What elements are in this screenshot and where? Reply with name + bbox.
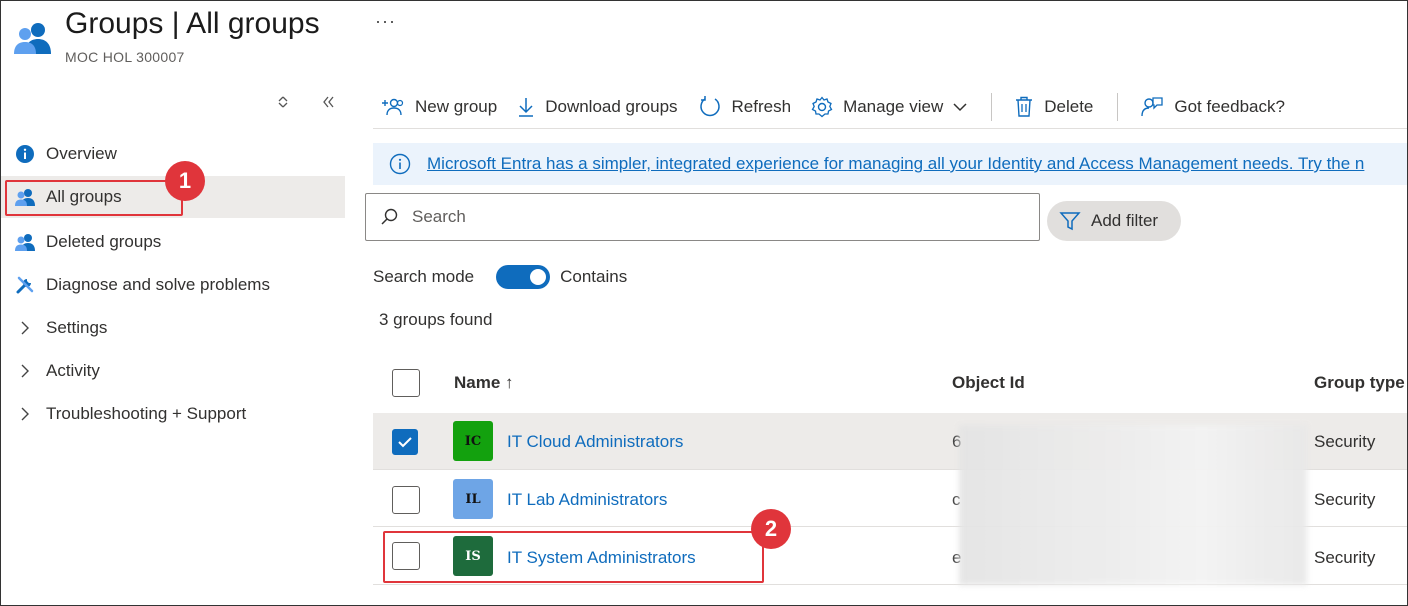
trash-icon [1014,96,1034,118]
page-subtitle: MOC HOL 300007 [65,49,185,65]
feedback-button[interactable]: Got feedback? [1140,96,1285,118]
groups-icon [13,230,37,254]
group-name-link[interactable]: IT Cloud Administrators [507,432,683,452]
search-mode-toggle[interactable] [496,265,551,289]
sidebar-item-label: Deleted groups [46,232,162,251]
toolbar-divider [1117,92,1119,121]
portal-window: Groups | All groups MOC HOL 300007 ··· O… [0,0,1408,606]
row-checkbox[interactable] [392,429,418,455]
select-all-checkbox[interactable] [392,369,420,397]
search-mode: Search mode Contains [373,265,627,289]
search-input[interactable]: Search [365,193,1040,241]
new-group-label: New group [415,96,498,116]
delete-button[interactable]: Delete [1014,96,1093,118]
column-header-object-id[interactable]: Object Id [952,373,1025,393]
sidebar-item-label: Overview [46,144,117,163]
chevron-right-icon [13,320,37,336]
group-type: Security [1314,548,1376,567]
column-header-name[interactable]: Name ↑ [454,373,514,393]
refresh-icon [698,95,722,119]
annotation-highlight-it-system-admins [383,531,764,583]
filter-icon [1059,210,1081,232]
feedback-icon [1140,96,1164,118]
download-groups-label: Download groups [545,96,678,116]
search-icon [380,208,398,226]
info-outline-icon [389,153,411,175]
info-banner: Microsoft Entra has a simpler, integrate… [373,143,1407,185]
chevron-right-icon [13,363,37,379]
refresh-label: Refresh [731,96,792,116]
sidebar-item-label: Activity [46,361,100,380]
redacted-object-ids [959,425,1307,585]
command-bar: New group Download groups Refresh Manage… [373,85,1407,129]
group-type: Security [1314,490,1376,509]
sort-icon[interactable] [277,95,289,112]
download-groups-button[interactable]: Download groups [517,96,678,118]
chevron-down-icon [953,102,967,112]
annotation-highlight-all-groups [5,180,183,216]
toolbar-divider [991,92,993,121]
download-icon [517,96,535,118]
manage-view-button[interactable]: Manage view [811,95,967,118]
search-placeholder: Search [412,207,466,226]
annotation-badge-1: 1 [165,161,205,201]
sidebar-item-settings[interactable]: Settings [1,307,345,349]
sidebar-item-deleted-groups[interactable]: Deleted groups [1,221,345,263]
column-header-group-type[interactable]: Group type [1314,373,1405,393]
add-filter-label: Add filter [1091,211,1159,230]
sidebar-item-label: Settings [46,318,108,337]
search-mode-label: Search mode [373,267,475,286]
sidebar-item-diagnose[interactable]: Diagnose and solve problems [1,264,345,306]
chevron-right-icon [13,406,37,422]
sidebar-item-label: Troubleshooting + Support [46,404,247,423]
search-mode-value: Contains [560,267,628,286]
new-group-button[interactable]: New group [381,97,497,117]
more-options-button[interactable]: ··· [375,11,396,32]
results-count: 3 groups found [379,310,493,329]
page-title: Groups | All groups [65,7,320,40]
annotation-badge-2: 2 [751,509,791,549]
collapse-sidebar-icon[interactable] [321,95,335,112]
row-checkbox[interactable] [392,486,420,514]
refresh-button[interactable]: Refresh [698,95,792,119]
delete-label: Delete [1044,96,1094,116]
group-avatar: IL [453,479,493,519]
feedback-label: Got feedback? [1174,96,1285,116]
group-type: Security [1314,432,1376,451]
sidebar-item-activity[interactable]: Activity [1,350,345,392]
sidebar-item-label: Diagnose and solve problems [46,275,270,294]
wrench-icon [13,273,37,297]
group-name-link[interactable]: IT Lab Administrators [507,490,667,510]
group-avatar: IC [453,421,493,461]
gear-icon [811,95,833,118]
add-filter-button[interactable]: Add filter [1047,201,1181,241]
add-group-icon [381,97,405,117]
info-icon [13,142,37,166]
groups-icon [14,23,51,54]
sidebar-item-troubleshooting[interactable]: Troubleshooting + Support [1,393,345,435]
entra-banner-link[interactable]: Microsoft Entra has a simpler, integrate… [427,154,1364,174]
manage-view-label: Manage view [843,96,944,116]
